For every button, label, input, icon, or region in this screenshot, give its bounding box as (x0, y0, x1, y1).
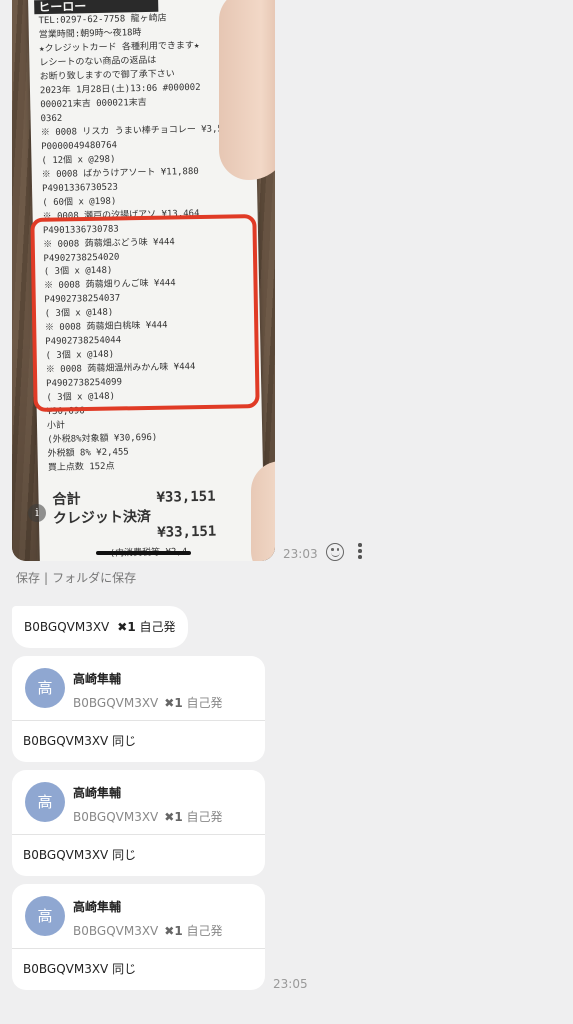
thumb-top (219, 0, 275, 180)
receipt-line: TEL:0297-62-7758 龍ヶ崎店 (38, 13, 167, 27)
message-code: B0BGQVM3XV (24, 620, 110, 634)
receipt-line: ( 60個 x @198) (42, 196, 117, 209)
message-bubble[interactable]: B0BGQVM3XV ✖1 自己発 (12, 606, 188, 648)
receipt-line: ( 12個 x @298) (41, 154, 116, 167)
quoted-sender-name: 高崎隼輔 (73, 672, 122, 686)
receipt-line: ★クレジットカード 各種利用できます★ (39, 40, 200, 54)
quoted-text: B0BGQVM3XV ✖1 自己発 (73, 810, 223, 824)
save-actions: 保存 | フォルダに保存 (16, 569, 136, 586)
receipt-line: 2023年 1月28日(土)13:06 #000002 (39, 82, 201, 97)
receipt-total-label: 合計 (52, 491, 81, 509)
receipt-line: ※ 0008 リスカ うまい棒チョコレー ¥3,576 (40, 124, 234, 139)
save-to-folder-button[interactable]: フォルダに保存 (52, 571, 136, 585)
receipt-line: P4901336730523 (41, 182, 119, 195)
home-indicator (96, 551, 191, 555)
receipt-line: 小計 (46, 420, 66, 432)
save-separator: | (44, 571, 49, 585)
receipt-logo: ヒーロー (34, 0, 159, 15)
quoted-message[interactable]: 高 高崎隼輔 B0BGQVM3XV ✖1 自己発 (12, 770, 265, 835)
last-timestamp: 23:05 (273, 977, 308, 991)
receipt-line: お断り致しますので御了承下さい (39, 68, 175, 82)
avatar: 高 (25, 896, 65, 936)
receipt-line: 外税額 8% ¥2,455 (47, 447, 129, 459)
receipt-line: P0000049480764 (41, 140, 118, 153)
smile-icon[interactable] (326, 543, 344, 561)
photo-timestamp: 23:03 (283, 547, 318, 561)
receipt-line: 営業時間:朝9時〜夜18時 (38, 27, 142, 41)
quoted-text: B0BGQVM3XV ✖1 自己発 (73, 924, 223, 938)
reply-message[interactable]: 高 高崎隼輔 B0BGQVM3XV ✖1 自己発 B0BGQVM3XV 同じ (12, 770, 265, 876)
receipt-line: 0362 (40, 113, 63, 125)
reply-message[interactable]: 高 高崎隼輔 B0BGQVM3XV ✖1 自己発 B0BGQVM3XV 同じ (12, 656, 265, 762)
reply-text: B0BGQVM3XV 同じ (23, 962, 137, 976)
avatar: 高 (25, 668, 65, 708)
receipt-credit-label: クレジット決済 (52, 508, 152, 528)
quoted-message[interactable]: 高 高崎隼輔 B0BGQVM3XV ✖1 自己発 (12, 656, 265, 721)
receipt-credit-value: ¥33,151 (157, 523, 217, 541)
quoted-message[interactable]: 高 高崎隼輔 B0BGQVM3XV ✖1 自己発 (12, 884, 265, 949)
reply-text: B0BGQVM3XV 同じ (23, 734, 137, 748)
avatar: 高 (25, 782, 65, 822)
message-note: 自己発 (139, 620, 176, 634)
receipt-photo[interactable]: ヒーロー TEL:0297-62-7758 龍ヶ崎店 営業時間:朝9時〜夜18時 ★… (12, 0, 275, 561)
message-mark: ✖1 (117, 620, 136, 634)
reply-text: B0BGQVM3XV 同じ (23, 848, 137, 862)
receipt-total-value: ¥33,151 (156, 488, 216, 506)
thumb-bottom (251, 461, 275, 561)
save-button[interactable]: 保存 (16, 571, 40, 585)
receipt-line: レシートのない商品の返品は (39, 55, 157, 68)
reply-message[interactable]: 高 高崎隼輔 B0BGQVM3XV ✖1 自己発 B0BGQVM3XV 同じ (12, 884, 265, 990)
quoted-sender-name: 高崎隼輔 (73, 900, 122, 914)
receipt-line: 買上点数 152点 (47, 461, 115, 473)
quoted-text: B0BGQVM3XV ✖1 自己発 (73, 696, 223, 710)
receipt-line: (外税8%対象額 ¥30,696) (47, 432, 158, 445)
quoted-sender-name: 高崎隼輔 (73, 786, 122, 800)
receipt-line: ※ 0008 ばかうけアソート ¥11,880 (41, 166, 199, 181)
more-vertical-icon[interactable] (357, 543, 363, 561)
highlight-box (30, 214, 260, 412)
receipt-line: 000021末吉 000021末吉 (40, 97, 147, 111)
info-icon[interactable]: i (28, 504, 46, 522)
